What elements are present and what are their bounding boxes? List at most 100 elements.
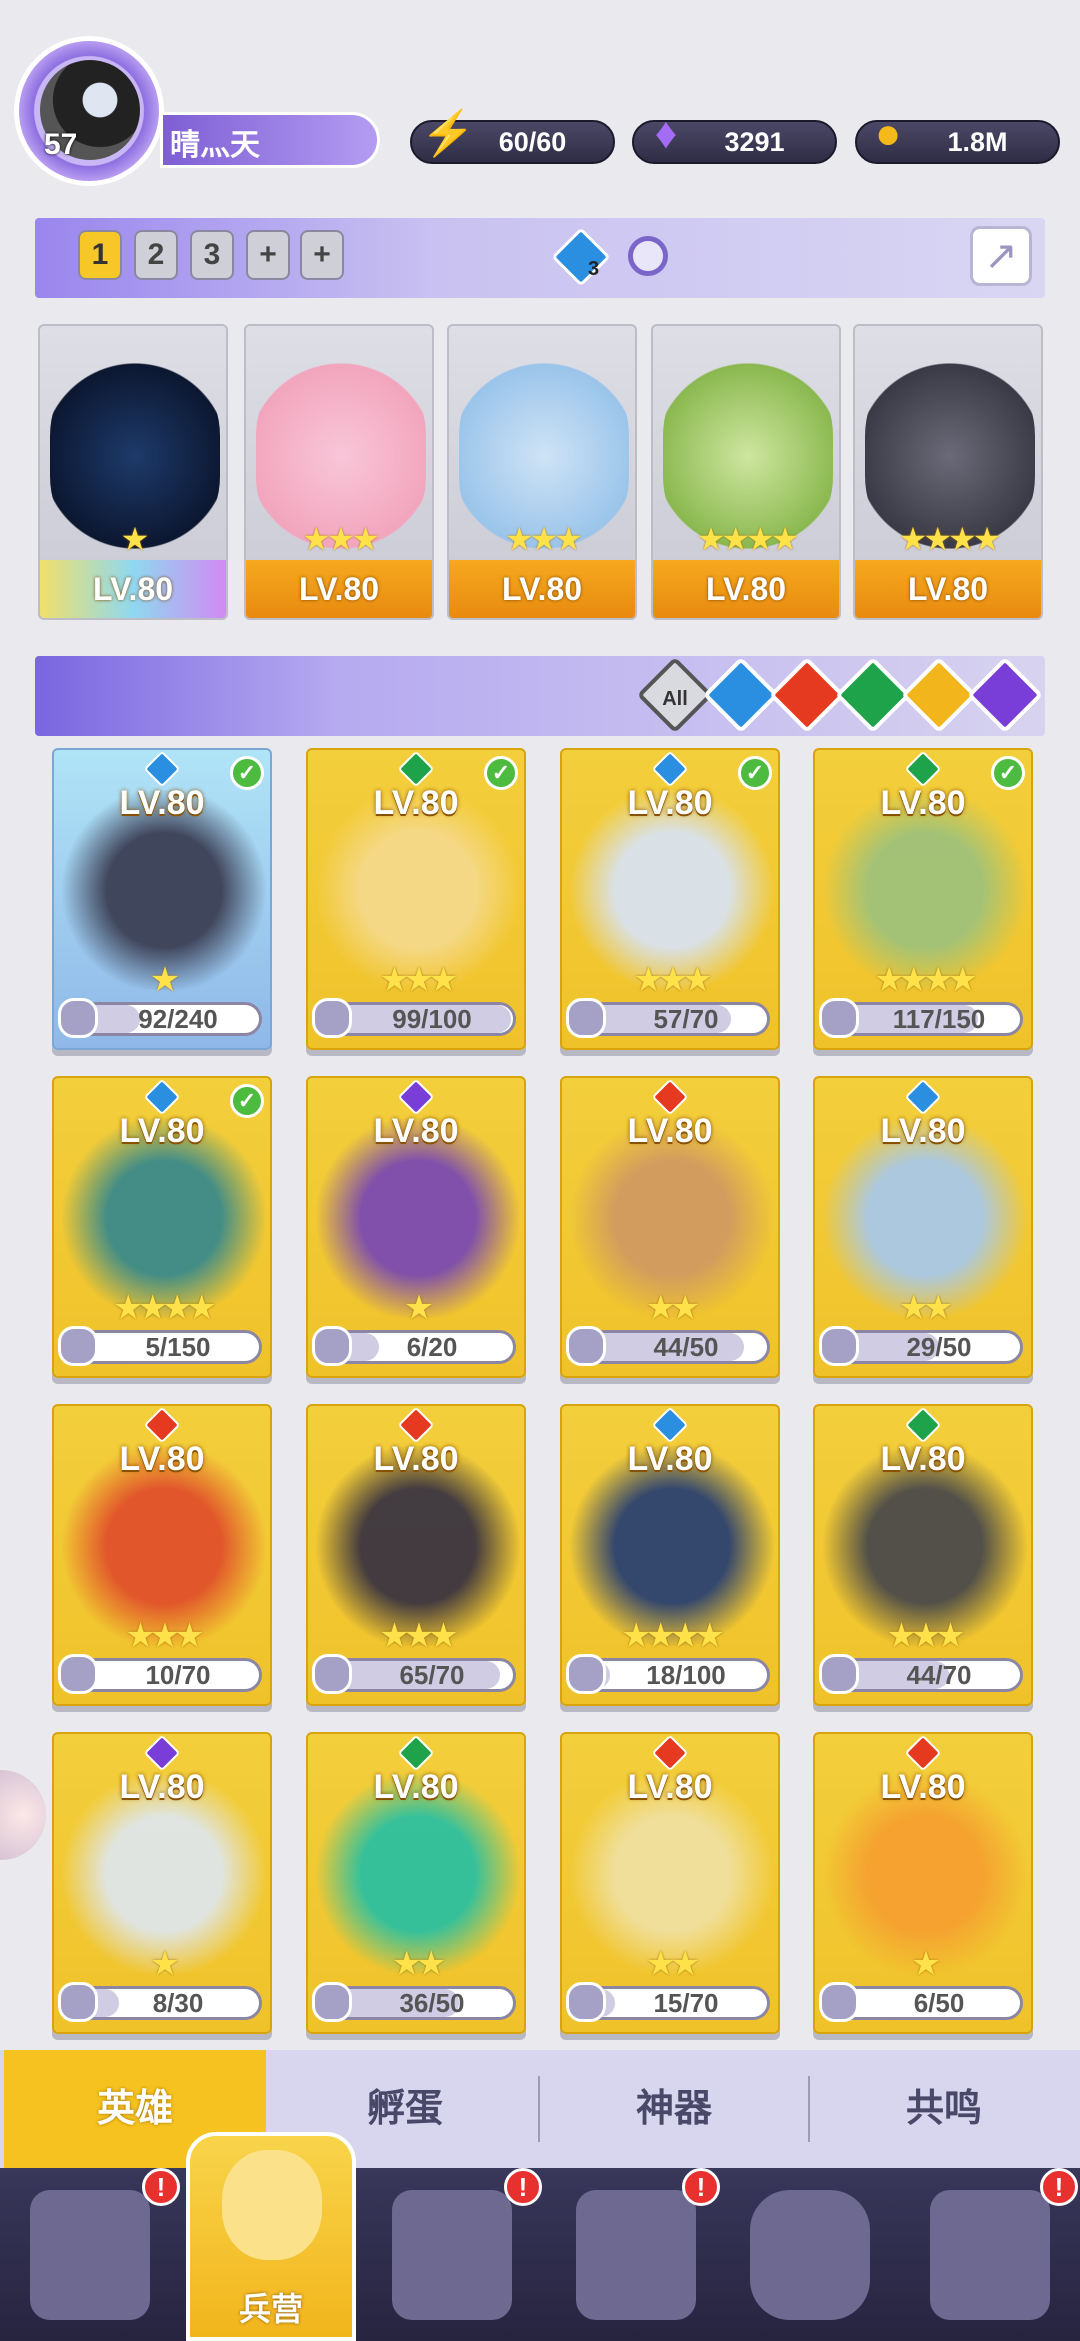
share-icon[interactable]: ↗ (970, 226, 1032, 286)
water-element-icon (904, 1078, 942, 1116)
hero-stars: ★★★★ (874, 961, 978, 999)
tab-artifacts[interactable]: 神器 (540, 2050, 808, 2168)
notification-badge: ! (682, 2168, 720, 2206)
water-element-icon (651, 750, 689, 788)
shard-icon (566, 998, 606, 1038)
hero-level: LV.80 (373, 1112, 459, 1150)
dark-element-icon (143, 1734, 181, 1772)
shard-progress-text: 44/50 (653, 1332, 719, 1362)
fire-element-icon (904, 1734, 942, 1772)
shard-icon (566, 1982, 606, 2022)
hero-card[interactable]: LV.80 ★ 6/20 (306, 1076, 526, 1378)
hero-card[interactable]: LV.80 ★★★★ 18/100 (560, 1404, 780, 1706)
team-tab-1[interactable]: 1 (78, 230, 122, 280)
tab-resonance[interactable]: 共鸣 (810, 2050, 1078, 2168)
fire-element-icon (397, 1406, 435, 1444)
hero-card[interactable]: LV.80 ★★ 36/50 (306, 1732, 526, 2034)
shard-icon (819, 998, 859, 1038)
fire-element-icon (143, 1406, 181, 1444)
shard-progress-text: 99/100 (392, 1004, 472, 1034)
hero-level: LV.80 (627, 1112, 713, 1150)
hero-card[interactable]: LV.80 ★★★ 99/100 ✓ (306, 748, 526, 1050)
wind-element-icon (397, 1734, 435, 1772)
hero-level: LV.80 (119, 1768, 205, 1806)
hero-card[interactable]: LV.80 ★ 92/240 ✓ (52, 748, 272, 1050)
floating-helper-avatar[interactable] (0, 1770, 46, 1860)
fire-element-icon (651, 1734, 689, 1772)
gem-value: 3291 (724, 126, 785, 157)
hero-card[interactable]: LV.80 ★ 8/30 (52, 1732, 272, 2034)
hero-level: LV.80 (627, 1440, 713, 1478)
shard-progress-text: 6/20 (406, 1332, 458, 1362)
hero-level: LV.80 (373, 1440, 459, 1478)
shard-icon (312, 998, 352, 1038)
hero-stars: ★★★ (633, 961, 712, 999)
hero-card[interactable]: LV.80 ★★★ 44/70 (813, 1404, 1033, 1706)
map-icon[interactable] (392, 2190, 512, 2320)
hero-level: LV.80 (246, 560, 432, 618)
team-tab-add[interactable]: + (246, 230, 290, 280)
cards-icon[interactable] (30, 2190, 150, 2320)
hero-level: LV.80 (880, 784, 966, 822)
hero-stars: ★★ (645, 1289, 701, 1327)
hero-stars: ★★★ (125, 1617, 204, 1655)
team-tab-2[interactable]: 2 (134, 230, 178, 280)
team-slot-3[interactable]: ★★★ LV.80 (447, 324, 637, 620)
checkmark-icon: ✓ (230, 1084, 264, 1118)
hero-stars: ★ (120, 521, 150, 557)
hero-card[interactable]: LV.80 ★★ 44/50 (560, 1076, 780, 1378)
team-slot-4[interactable]: ★★★★ LV.80 (651, 324, 841, 620)
shard-progress-text: 29/50 (906, 1332, 972, 1362)
gem-icon[interactable]: ♦ (638, 106, 694, 162)
banner-icon[interactable] (930, 2190, 1050, 2320)
shard-progress-text: 92/240 (138, 1004, 218, 1034)
hero-level: LV.80 (855, 560, 1041, 618)
fire-element-icon (651, 1078, 689, 1116)
energy-icon[interactable]: ⚡ (420, 106, 476, 162)
barracks-label: 兵营 (238, 2291, 303, 2327)
hero-card[interactable]: LV.80 ★ 6/50 (813, 1732, 1033, 2034)
hero-stars: ★★★ (379, 961, 458, 999)
hero-stars: ★★★★ (898, 521, 1002, 557)
hero-card[interactable]: LV.80 ★★ 15/70 (560, 1732, 780, 2034)
team-tab-3[interactable]: 3 (190, 230, 234, 280)
shard-icon (566, 1326, 606, 1366)
shard-progress-text: 44/70 (906, 1660, 972, 1690)
gold-coin-icon[interactable]: ● (860, 106, 916, 162)
notification-badge: ! (142, 2168, 180, 2206)
team-slot-2[interactable]: ★★★ LV.80 (244, 324, 434, 620)
wind-element-icon (397, 750, 435, 788)
guild-icon[interactable] (750, 2190, 870, 2320)
shard-progress-text: 8/30 (152, 1988, 204, 2018)
hero-card[interactable]: LV.80 ★★★ 57/70 ✓ (560, 748, 780, 1050)
barracks-icon (222, 2150, 322, 2260)
shard-progress-text: 15/70 (653, 1988, 719, 2018)
wind-element-icon (904, 750, 942, 788)
castle-icon[interactable] (576, 2190, 696, 2320)
hero-level: LV.80 (373, 1768, 459, 1806)
hero-card[interactable]: LV.80 ★★★★ 5/150 ✓ (52, 1076, 272, 1378)
team-slot-1[interactable]: ★ LV.80 (38, 324, 228, 620)
hero-stars: ★★★ (886, 1617, 965, 1655)
hero-stars: ★★ (391, 1945, 447, 1983)
filter-all-label: All (662, 688, 688, 710)
shard-icon (312, 1654, 352, 1694)
hero-card[interactable]: LV.80 ★★★★ 117/150 ✓ (813, 748, 1033, 1050)
hero-card[interactable]: LV.80 ★★★ 10/70 (52, 1404, 272, 1706)
hero-level: LV.80 (627, 1768, 713, 1806)
hero-level: LV.80 (373, 784, 459, 822)
shard-progress-text: 5/150 (145, 1332, 211, 1362)
hero-card[interactable]: LV.80 ★★ 29/50 (813, 1076, 1033, 1378)
team-slot-5[interactable]: ★★★★ LV.80 (853, 324, 1043, 620)
hero-level: LV.80 (449, 560, 635, 618)
shard-icon (312, 1982, 352, 2022)
hero-stars: ★★ (898, 1289, 954, 1327)
water-element-icon (651, 1406, 689, 1444)
hero-card[interactable]: LV.80 ★★★ 65/70 (306, 1404, 526, 1706)
team-tab-add[interactable]: + (300, 230, 344, 280)
notification-badge: ! (504, 2168, 542, 2206)
search-icon[interactable] (628, 236, 668, 276)
checkmark-icon: ✓ (230, 756, 264, 790)
hero-stars: ★★★★ (621, 1617, 725, 1655)
hero-level: LV.80 (119, 1440, 205, 1478)
